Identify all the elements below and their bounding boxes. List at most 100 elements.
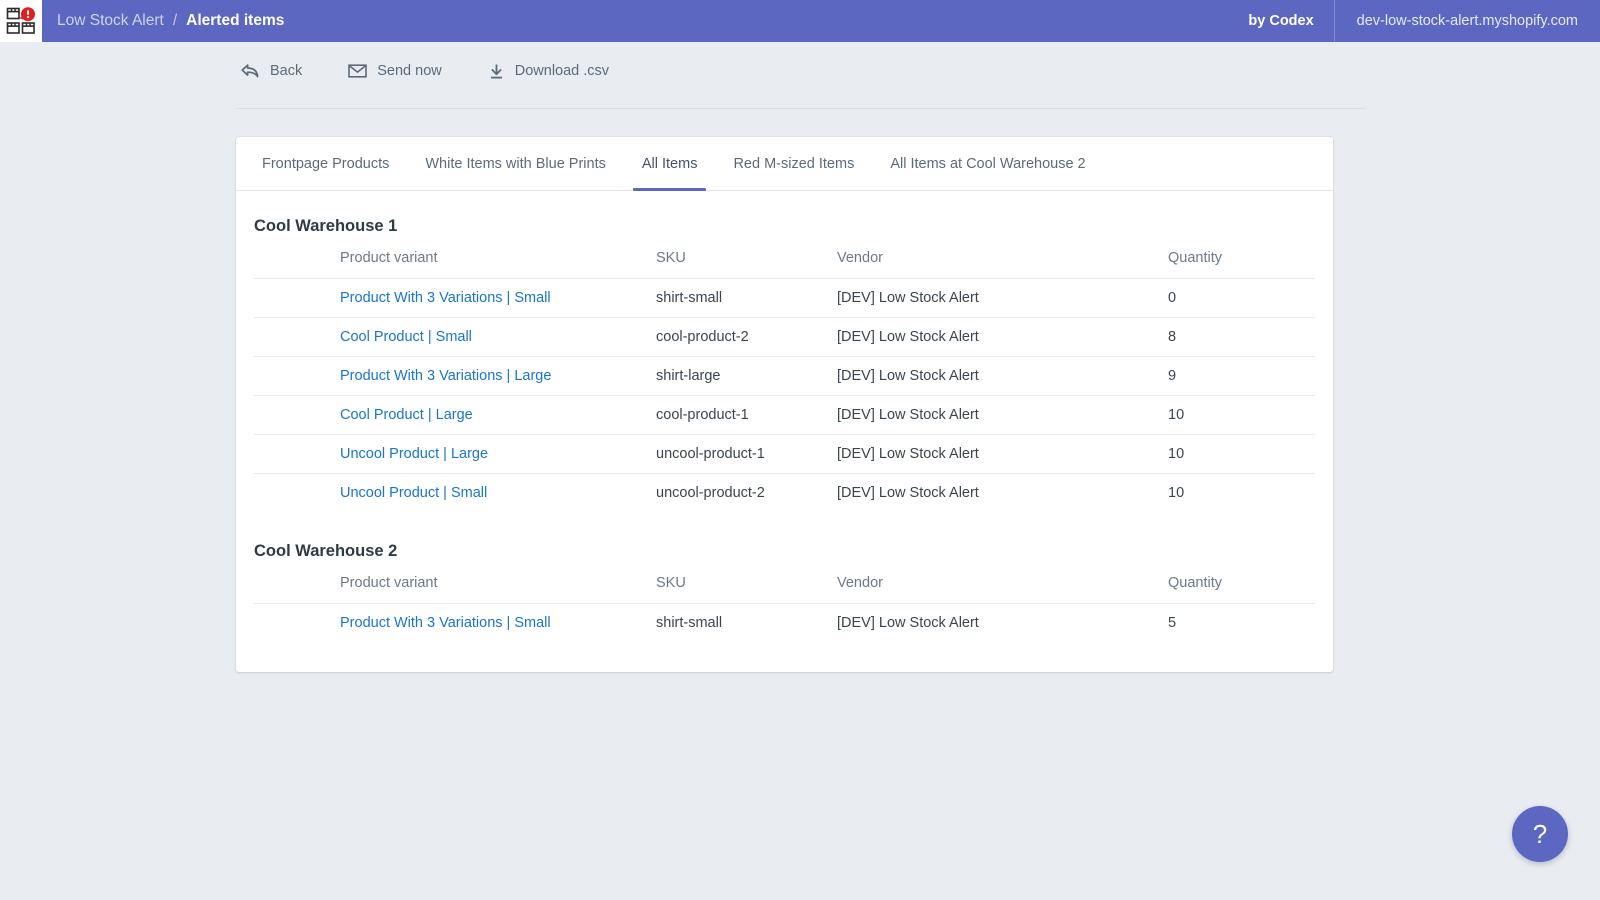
cell-quantity: 0: [1168, 279, 1315, 318]
cell-product-variant: Product With 3 Variations | Large: [340, 357, 656, 396]
cell-product-variant: Product With 3 Variations | Small: [340, 604, 656, 643]
cell-product-variant: Uncool Product | Small: [340, 474, 656, 513]
variant-link[interactable]: Uncool Product | Small: [340, 485, 487, 501]
cell-sku: uncool-product-1: [656, 435, 837, 474]
reply-arrow-icon: [240, 63, 260, 80]
by-codex-label: by Codex: [1228, 0, 1333, 42]
variant-link[interactable]: Cool Product | Large: [340, 407, 473, 423]
column-header-quantity: Quantity: [1168, 244, 1315, 279]
cell-product-variant: Cool Product | Small: [340, 318, 656, 357]
table-row: Product With 3 Variations | Small shirt-…: [254, 279, 1315, 318]
breadcrumb-root[interactable]: Low Stock Alert: [57, 13, 164, 29]
cell-sku: shirt-small: [656, 279, 837, 318]
variant-link[interactable]: Cool Product | Small: [340, 329, 472, 345]
back-button-label: Back: [270, 63, 302, 79]
top-bar-right: by Codex dev-low-stock-alert.myshopify.c…: [1228, 0, 1600, 42]
tab-frontpage-products[interactable]: Frontpage Products: [244, 137, 407, 190]
shop-domain-label: dev-low-stock-alert.myshopify.com: [1334, 0, 1600, 42]
tab-label: All Items at Cool Warehouse 2: [890, 156, 1085, 172]
row-spacer: [254, 435, 340, 474]
variant-link[interactable]: Uncool Product | Large: [340, 446, 488, 462]
alerted-items-card: Frontpage Products White Items with Blue…: [236, 137, 1333, 672]
toolbar-divider: [236, 108, 1365, 109]
table-row: Uncool Product | Small uncool-product-2 …: [254, 474, 1315, 513]
cell-sku: shirt-large: [656, 357, 837, 396]
table-body: Product With 3 Variations | Small shirt-…: [254, 604, 1315, 643]
cell-sku: cool-product-2: [656, 318, 837, 357]
tab-all-items-at-cool-warehouse-2[interactable]: All Items at Cool Warehouse 2: [872, 137, 1103, 190]
back-button[interactable]: Back: [240, 63, 302, 80]
tab-red-m-sized-items[interactable]: Red M-sized Items: [715, 137, 872, 190]
column-header-product-variant: Product variant: [340, 244, 656, 279]
warehouse-section: Cool Warehouse 2 Product variant SKU Ven…: [254, 542, 1315, 642]
cell-vendor: [DEV] Low Stock Alert: [837, 396, 1168, 435]
column-header-quantity: Quantity: [1168, 569, 1315, 604]
cell-vendor: [DEV] Low Stock Alert: [837, 435, 1168, 474]
app-top-bar: Low Stock Alert / Alerted items by Codex…: [0, 0, 1600, 42]
boxes-alert-icon: [6, 6, 36, 36]
cell-quantity: 8: [1168, 318, 1315, 357]
variant-link[interactable]: Product With 3 Variations | Small: [340, 615, 551, 631]
card-body: Cool Warehouse 1 Product variant SKU Ven…: [236, 191, 1333, 672]
header-spacer: [254, 244, 340, 279]
column-header-sku: SKU: [656, 244, 837, 279]
tab-all-items[interactable]: All Items: [624, 137, 716, 190]
cell-product-variant: Uncool Product | Large: [340, 435, 656, 474]
table-header: Product variant SKU Vendor Quantity: [254, 244, 1315, 279]
tab-label: Red M-sized Items: [733, 156, 854, 172]
inventory-table: Product variant SKU Vendor Quantity Prod…: [254, 569, 1315, 642]
breadcrumb: Low Stock Alert / Alerted items: [57, 13, 284, 29]
tab-label: White Items with Blue Prints: [425, 156, 606, 172]
cell-vendor: [DEV] Low Stock Alert: [837, 279, 1168, 318]
app-logo: [0, 0, 42, 42]
warehouse-title: Cool Warehouse 1: [254, 217, 1315, 236]
table-header-row: Product variant SKU Vendor Quantity: [254, 244, 1315, 279]
row-spacer: [254, 318, 340, 357]
download-csv-button-label: Download .csv: [515, 63, 609, 79]
warehouse-section: Cool Warehouse 1 Product variant SKU Ven…: [254, 217, 1315, 512]
cell-vendor: [DEV] Low Stock Alert: [837, 474, 1168, 513]
header-spacer: [254, 569, 340, 604]
action-toolbar: Back Send now Download .csv: [0, 42, 1600, 100]
cell-product-variant: Product With 3 Variations | Small: [340, 279, 656, 318]
cell-quantity: 10: [1168, 474, 1315, 513]
breadcrumb-separator: /: [173, 13, 177, 29]
row-spacer: [254, 474, 340, 513]
table-header-row: Product variant SKU Vendor Quantity: [254, 569, 1315, 604]
tab-bar: Frontpage Products White Items with Blue…: [236, 137, 1333, 191]
row-spacer: [254, 279, 340, 318]
download-icon: [488, 63, 505, 80]
table-header: Product variant SKU Vendor Quantity: [254, 569, 1315, 604]
question-mark-icon: ?: [1533, 821, 1547, 847]
help-button[interactable]: ?: [1512, 806, 1568, 862]
table-row: Cool Product | Small cool-product-2 [DEV…: [254, 318, 1315, 357]
variant-link[interactable]: Product With 3 Variations | Large: [340, 368, 551, 384]
envelope-icon: [348, 63, 367, 79]
download-csv-button[interactable]: Download .csv: [488, 63, 609, 80]
table-body: Product With 3 Variations | Small shirt-…: [254, 279, 1315, 513]
column-header-sku: SKU: [656, 569, 837, 604]
tab-white-items-with-blue-prints[interactable]: White Items with Blue Prints: [407, 137, 624, 190]
cell-vendor: [DEV] Low Stock Alert: [837, 318, 1168, 357]
send-now-button[interactable]: Send now: [348, 63, 442, 79]
table-row: Product With 3 Variations | Large shirt-…: [254, 357, 1315, 396]
table-row: Uncool Product | Large uncool-product-1 …: [254, 435, 1315, 474]
variant-link[interactable]: Product With 3 Variations | Small: [340, 290, 551, 306]
inventory-table: Product variant SKU Vendor Quantity Prod…: [254, 244, 1315, 512]
tab-label: All Items: [642, 156, 698, 172]
cell-quantity: 9: [1168, 357, 1315, 396]
send-now-button-label: Send now: [377, 63, 442, 79]
column-header-product-variant: Product variant: [340, 569, 656, 604]
warehouse-title: Cool Warehouse 2: [254, 542, 1315, 561]
row-spacer: [254, 604, 340, 643]
row-spacer: [254, 357, 340, 396]
breadcrumb-current: Alerted items: [186, 13, 284, 29]
column-header-vendor: Vendor: [837, 244, 1168, 279]
tab-label: Frontpage Products: [262, 156, 389, 172]
table-row: Cool Product | Large cool-product-1 [DEV…: [254, 396, 1315, 435]
cell-quantity: 10: [1168, 435, 1315, 474]
cell-product-variant: Cool Product | Large: [340, 396, 656, 435]
cell-quantity: 5: [1168, 604, 1315, 643]
column-header-vendor: Vendor: [837, 569, 1168, 604]
cell-vendor: [DEV] Low Stock Alert: [837, 357, 1168, 396]
